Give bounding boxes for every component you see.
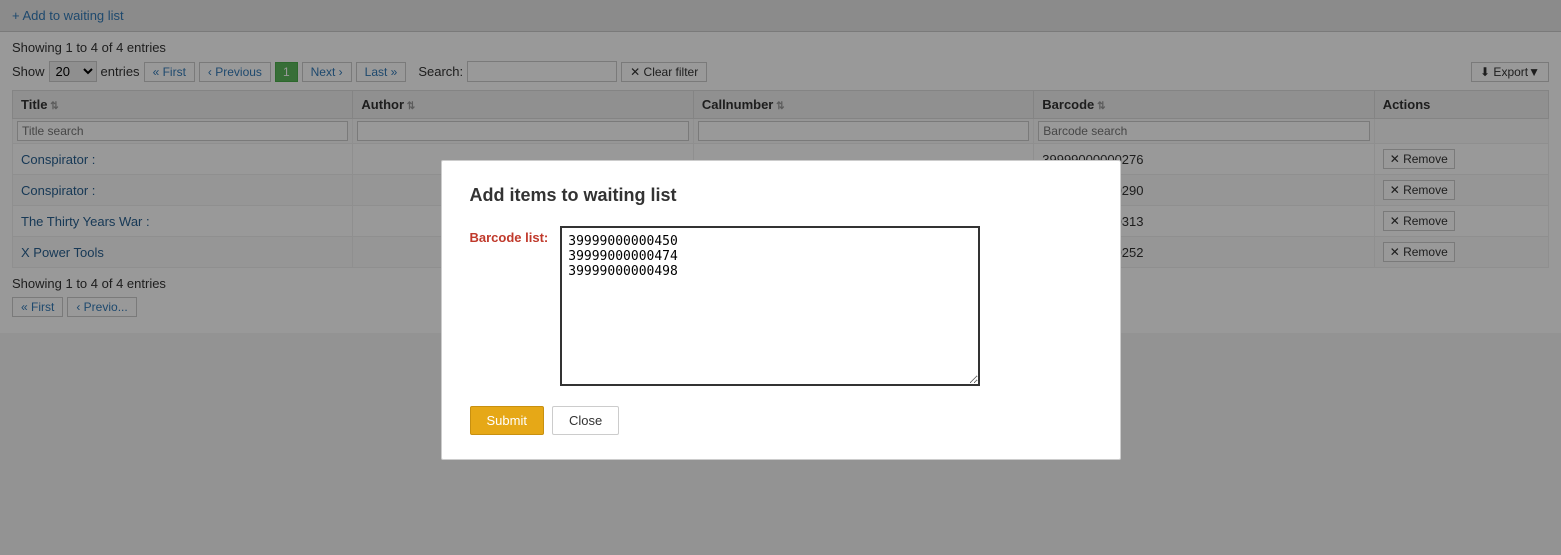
- modal-actions: Submit Close: [470, 406, 1092, 435]
- modal-title: Add items to waiting list: [470, 185, 1092, 206]
- submit-button[interactable]: Submit: [470, 406, 544, 435]
- modal-overlay: Add items to waiting list Barcode list: …: [0, 0, 1561, 555]
- barcode-list-label: Barcode list:: [470, 226, 549, 245]
- barcode-list-textarea[interactable]: [560, 226, 980, 386]
- modal-form: Barcode list:: [470, 226, 1092, 386]
- close-button[interactable]: Close: [552, 406, 619, 435]
- modal: Add items to waiting list Barcode list: …: [441, 160, 1121, 460]
